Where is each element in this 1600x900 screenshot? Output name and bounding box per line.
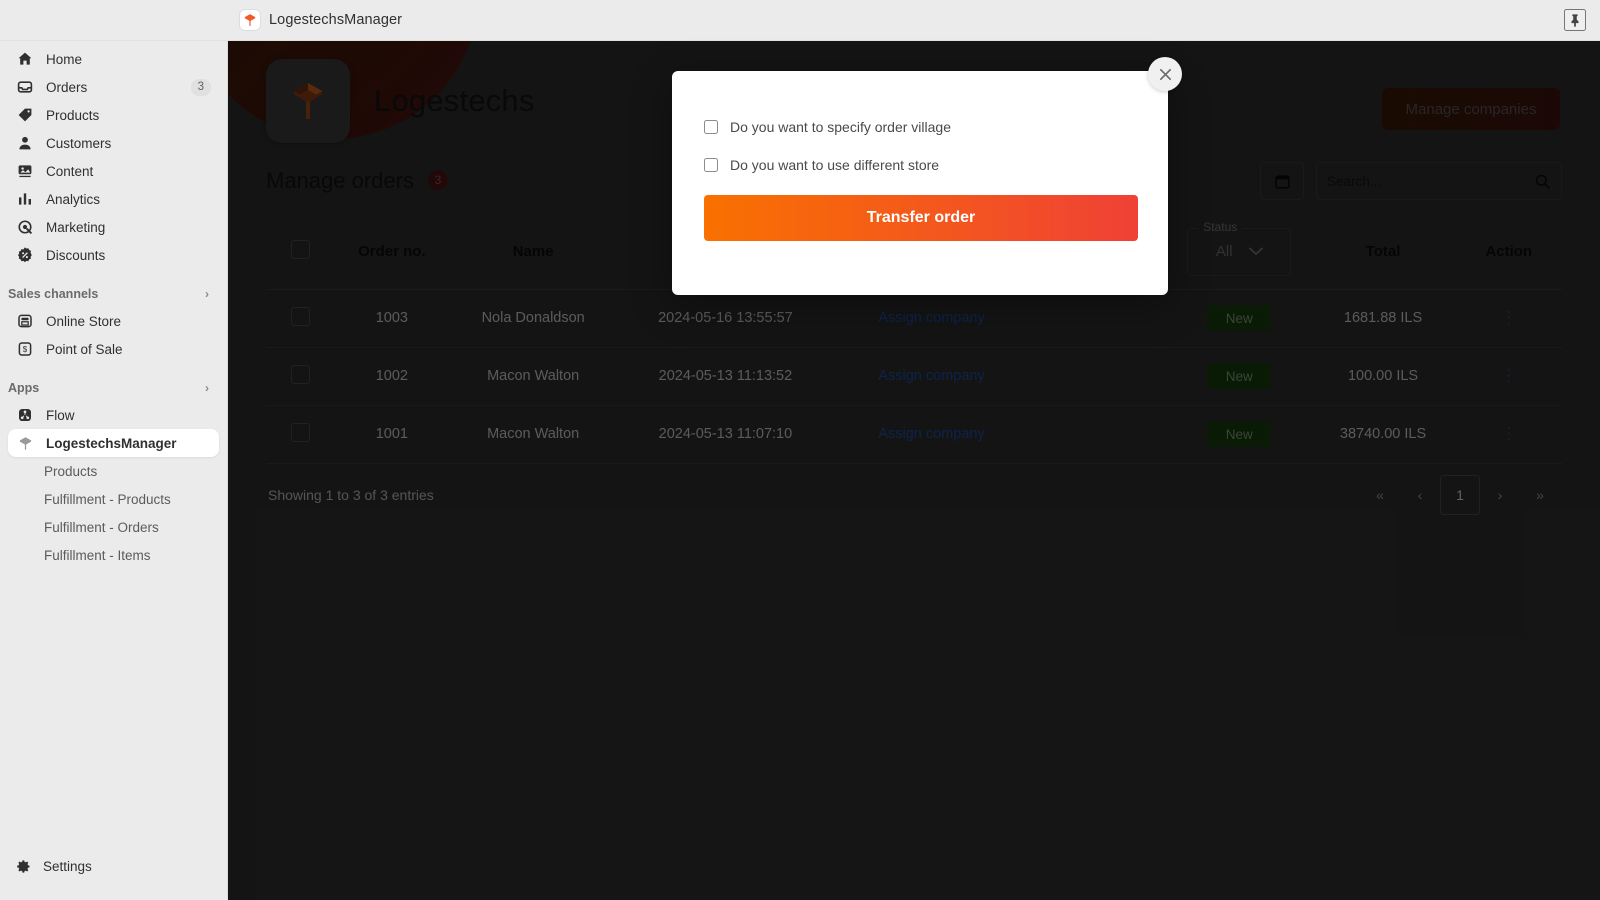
tag-icon bbox=[16, 106, 34, 124]
different-store-label: Do you want to use different store bbox=[730, 157, 940, 173]
different-store-row[interactable]: Do you want to use different store bbox=[704, 157, 1136, 173]
sidebar-item-label: Online Store bbox=[46, 313, 122, 329]
discount-badge-icon bbox=[16, 246, 34, 264]
sidebar-item-analytics[interactable]: Analytics bbox=[8, 185, 219, 213]
sidebar-item-customers[interactable]: Customers bbox=[8, 129, 219, 157]
sidebar-item-point-of-sale[interactable]: $ Point of Sale bbox=[8, 335, 219, 363]
sidebar-item-label: Point of Sale bbox=[46, 341, 123, 357]
sidebar-item-label: Home bbox=[46, 51, 83, 67]
sidebar-group-label: Sales channels bbox=[8, 287, 99, 301]
sidebar-item-flow[interactable]: Flow bbox=[8, 401, 219, 429]
pos-icon: $ bbox=[16, 340, 34, 358]
sidebar-item-products[interactable]: Products bbox=[8, 101, 219, 129]
sidebar-item-online-store[interactable]: Online Store bbox=[8, 307, 219, 335]
sidebar-subitem-label: Fulfillment - Items bbox=[44, 547, 151, 563]
topbar-app-identity: LogestechsManager bbox=[240, 10, 402, 30]
content-image-icon bbox=[16, 162, 34, 180]
sidebar-subitem-fulfillment-orders[interactable]: Fulfillment - Orders bbox=[8, 513, 219, 541]
sidebar-item-label: LogestechsManager bbox=[46, 435, 177, 451]
sidebar-item-settings[interactable]: Settings bbox=[8, 852, 219, 880]
sidebar-subitem-label: Fulfillment - Products bbox=[44, 491, 171, 507]
sidebar-group-label: Apps bbox=[8, 381, 40, 395]
transfer-order-modal: Do you want to specify order village Do … bbox=[672, 57, 1182, 295]
transfer-order-button[interactable]: Transfer order bbox=[704, 195, 1138, 241]
sidebar-subitem-products[interactable]: Products bbox=[8, 457, 219, 485]
pin-icon[interactable] bbox=[1564, 9, 1586, 31]
orders-count-badge: 3 bbox=[190, 78, 211, 96]
logestechs-logo-icon bbox=[16, 434, 34, 452]
different-store-checkbox[interactable] bbox=[704, 158, 718, 172]
sidebar-item-home[interactable]: Home bbox=[8, 45, 219, 73]
sidebar-group-apps[interactable]: Apps › bbox=[8, 375, 219, 401]
chevron-right-icon: › bbox=[205, 287, 209, 301]
sidebar-item-logestechsmanager[interactable]: LogestechsManager bbox=[8, 429, 219, 457]
sidebar-group-sales-channels[interactable]: Sales channels › bbox=[8, 281, 219, 307]
sidebar-item-label: Settings bbox=[43, 858, 92, 874]
person-icon bbox=[16, 134, 34, 152]
bar-chart-icon bbox=[16, 190, 34, 208]
flow-icon bbox=[16, 406, 34, 424]
sidebar-item-marketing[interactable]: Marketing bbox=[8, 213, 219, 241]
top-bar: LogestechsManager bbox=[0, 0, 1600, 41]
sidebar-subitem-label: Fulfillment - Orders bbox=[44, 519, 159, 535]
specify-village-checkbox[interactable] bbox=[704, 120, 718, 134]
sidebar-item-label: Content bbox=[46, 163, 94, 179]
sidebar-subitem-label: Products bbox=[44, 463, 98, 479]
sidebar-item-label: Flow bbox=[46, 407, 75, 423]
target-icon bbox=[16, 218, 34, 236]
storefront-icon bbox=[16, 312, 34, 330]
sidebar-item-discounts[interactable]: Discounts bbox=[8, 241, 219, 269]
orders-inbox-icon bbox=[16, 78, 34, 96]
sidebar-item-label: Discounts bbox=[46, 247, 106, 263]
sidebar-item-label: Products bbox=[46, 107, 100, 123]
sidebar-subitem-fulfillment-items[interactable]: Fulfillment - Items bbox=[8, 541, 219, 569]
specify-village-row[interactable]: Do you want to specify order village bbox=[704, 119, 1136, 135]
chevron-right-icon: › bbox=[205, 381, 209, 395]
modal-body: Do you want to specify order village Do … bbox=[672, 71, 1168, 241]
sidebar-item-label: Analytics bbox=[46, 191, 101, 207]
svg-text:$: $ bbox=[23, 345, 28, 354]
logestechs-logo-icon bbox=[240, 10, 260, 30]
sidebar-primary-nav: Home Orders 3 Products Customers Content… bbox=[0, 41, 227, 569]
close-icon[interactable] bbox=[1148, 57, 1182, 91]
sidebar-item-label: Marketing bbox=[46, 219, 106, 235]
sidebar-item-label: Customers bbox=[46, 135, 112, 151]
sidebar-item-content[interactable]: Content bbox=[8, 157, 219, 185]
sidebar-subitem-fulfillment-products[interactable]: Fulfillment - Products bbox=[8, 485, 219, 513]
sidebar-item-orders[interactable]: Orders 3 bbox=[8, 73, 219, 101]
specify-village-label: Do you want to specify order village bbox=[730, 119, 951, 135]
home-icon bbox=[16, 50, 34, 68]
topbar-title: LogestechsManager bbox=[269, 12, 403, 28]
sidebar-item-label: Orders bbox=[46, 79, 88, 95]
sidebar: Home Orders 3 Products Customers Content… bbox=[0, 41, 228, 900]
gear-icon bbox=[16, 859, 31, 874]
